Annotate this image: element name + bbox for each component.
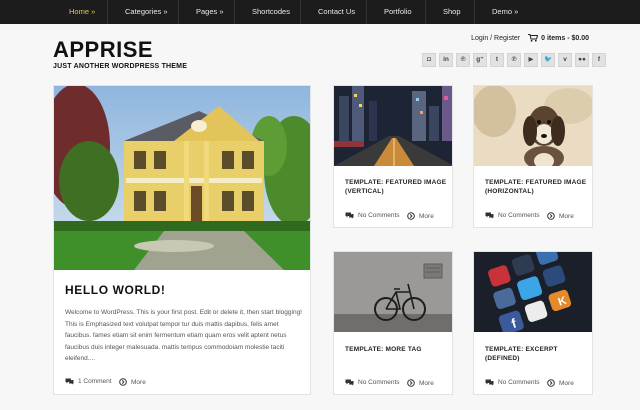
post-title-line: TEMPLATE: FEATURED IMAGE xyxy=(485,179,587,186)
cart-link[interactable]: 0 items - $0.00 xyxy=(528,34,589,42)
flickr-icon[interactable]: ●● xyxy=(575,53,589,67)
more-icon xyxy=(119,378,127,386)
cart-summary: 0 items - $0.00 xyxy=(541,34,589,42)
youtube-icon[interactable]: ▶ xyxy=(524,53,538,67)
comments-count: No Comments xyxy=(358,379,400,386)
twitter-icon[interactable]: 🐦 xyxy=(541,53,555,67)
nav-pages[interactable]: Pages » xyxy=(196,0,224,24)
post-card: TEMPLATE: MORE TAG No Comments More xyxy=(333,251,453,395)
post-comments-link[interactable]: 1 Comment xyxy=(65,378,112,385)
more-label: More xyxy=(131,378,146,386)
post-card: f K TEMPLATE: EXCERPT (DEFINED) No Comme… xyxy=(473,251,593,395)
nav-separator xyxy=(107,0,108,24)
post-comments-link[interactable]: No Comments xyxy=(345,212,400,219)
more-icon xyxy=(547,212,555,220)
nav-separator xyxy=(474,0,475,24)
nav-separator xyxy=(366,0,367,24)
more-label: More xyxy=(559,212,574,220)
more-icon xyxy=(407,379,415,387)
comments-icon xyxy=(65,378,74,385)
post-title-line: (HORIZONTAL) xyxy=(485,188,534,195)
nav-shop[interactable]: Shop xyxy=(443,0,461,24)
nav-portfolio[interactable]: Portfolio xyxy=(384,0,412,24)
comments-icon xyxy=(345,379,354,386)
more-icon xyxy=(407,212,415,220)
cart-icon xyxy=(528,34,539,42)
post-title-line: (DEFINED) xyxy=(485,355,520,362)
post-title-line: TEMPLATE: EXCERPT xyxy=(485,346,558,353)
post-more-link[interactable]: More xyxy=(407,212,434,220)
site-title[interactable]: APPRISE xyxy=(53,37,153,63)
post-image[interactable] xyxy=(334,252,452,332)
comments-count: No Comments xyxy=(498,379,540,386)
pinterest-alt-icon[interactable]: ℗ xyxy=(507,53,521,67)
post-image[interactable] xyxy=(474,86,592,166)
post-title-line: TEMPLATE: MORE TAG xyxy=(345,346,422,353)
more-label: More xyxy=(419,212,434,220)
nav-separator xyxy=(234,0,235,24)
nav-shortcodes[interactable]: Shortcodes xyxy=(252,0,290,24)
featured-post-card: HELLO WORLD! Welcome to WordPress. This … xyxy=(53,85,311,395)
post-excerpt: Welcome to WordPress. This is your first… xyxy=(65,309,302,362)
facebook-icon[interactable]: f xyxy=(592,53,606,67)
more-label: More xyxy=(419,379,434,387)
post-comments-link[interactable]: No Comments xyxy=(485,379,540,386)
post-card: TEMPLATE: FEATURED IMAGE (VERTICAL) No C… xyxy=(333,85,453,228)
comments-count: 1 Comment xyxy=(78,378,112,385)
instagram-icon[interactable]: ◘ xyxy=(422,53,436,67)
login-register-link[interactable]: Login / Register xyxy=(471,35,520,42)
pinterest-icon[interactable]: ℗ xyxy=(456,53,470,67)
tumblr-icon[interactable]: t xyxy=(490,53,504,67)
post-title-line: (VERTICAL) xyxy=(345,188,384,195)
post-more-link[interactable]: More xyxy=(407,379,434,387)
more-icon xyxy=(547,379,555,387)
nav-demo[interactable]: Demo » xyxy=(492,0,518,24)
post-title[interactable]: TEMPLATE: MORE TAG xyxy=(345,345,422,354)
post-image[interactable] xyxy=(334,86,452,166)
nav-separator xyxy=(425,0,426,24)
post-more-link[interactable]: More xyxy=(547,379,574,387)
comments-count: No Comments xyxy=(358,212,400,219)
post-more-link[interactable]: More xyxy=(119,378,146,386)
post-image[interactable]: f K xyxy=(474,252,592,332)
linkedin-icon[interactable]: in xyxy=(439,53,453,67)
comments-count: No Comments xyxy=(498,212,540,219)
social-icons: ◘ in ℗ g⁺ t ℗ ▶ 🐦 v ●● f xyxy=(422,53,606,67)
comments-icon xyxy=(345,212,354,219)
top-navigation: Home » Categories » Pages » Shortcodes C… xyxy=(0,0,640,24)
featured-post-image[interactable] xyxy=(54,86,310,270)
post-title[interactable]: HELLO WORLD! xyxy=(65,283,166,297)
site-tagline: JUST ANOTHER WORDPRESS THEME xyxy=(53,63,188,70)
more-label: More xyxy=(559,379,574,387)
nav-contact-us[interactable]: Contact Us xyxy=(318,0,355,24)
vimeo-icon[interactable]: v xyxy=(558,53,572,67)
comments-icon xyxy=(485,379,494,386)
post-card: TEMPLATE: FEATURED IMAGE (HORIZONTAL) No… xyxy=(473,85,593,228)
post-comments-link[interactable]: No Comments xyxy=(345,379,400,386)
post-title[interactable]: TEMPLATE: EXCERPT (DEFINED) xyxy=(485,345,558,363)
nav-categories[interactable]: Categories » xyxy=(125,0,168,24)
google-plus-icon[interactable]: g⁺ xyxy=(473,53,487,67)
account-bar: Login / Register 0 items - $0.00 xyxy=(471,34,589,42)
nav-separator xyxy=(300,0,301,24)
post-more-link[interactable]: More xyxy=(547,212,574,220)
nav-home[interactable]: Home » xyxy=(69,0,95,24)
nav-separator xyxy=(178,0,179,24)
post-title-line: TEMPLATE: FEATURED IMAGE xyxy=(345,179,447,186)
post-title[interactable]: TEMPLATE: FEATURED IMAGE (VERTICAL) xyxy=(345,178,446,196)
post-title[interactable]: TEMPLATE: FEATURED IMAGE (HORIZONTAL) xyxy=(485,178,586,196)
comments-icon xyxy=(485,212,494,219)
post-comments-link[interactable]: No Comments xyxy=(485,212,540,219)
